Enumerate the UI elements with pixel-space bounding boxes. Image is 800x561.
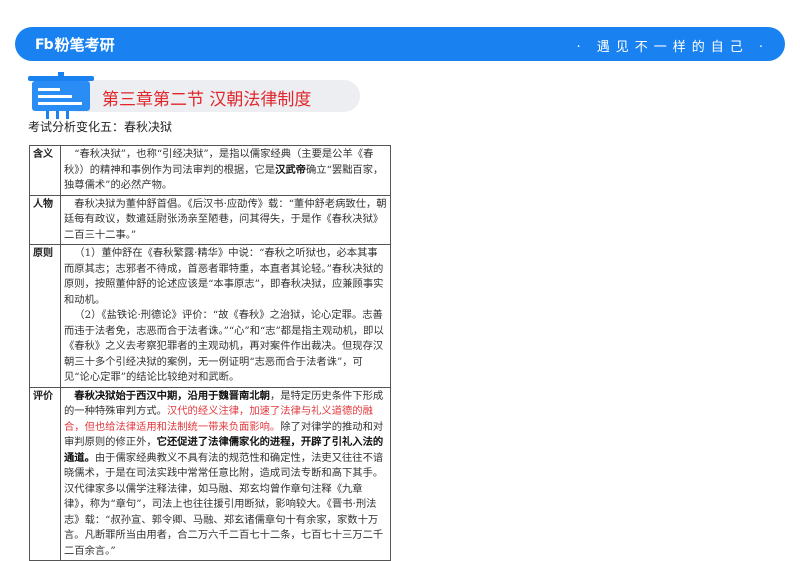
paragraph: 春秋决狱始于西汉中期，沿用于魏晋南北朝，是特定历史条件下形成的一种特殊审判方式。… <box>64 389 387 560</box>
presentation-board-icon <box>28 72 94 119</box>
table-row: 评价 春秋决狱始于西汉中期，沿用于魏晋南北朝，是特定历史条件下形成的一种特殊审判方… <box>29 386 391 561</box>
row-label: 原则 <box>29 244 61 388</box>
bold-text: 春秋决狱始于西汉中期，沿用于魏晋南北朝 <box>74 389 270 402</box>
slogan: · 遇见不一样的自己 · <box>576 40 769 55</box>
brand-logo: Fb 粉笔考研 <box>35 34 115 55</box>
text-segment: （2）《盐铁论·刑德论》评价：“故《春秋》之治狱，论心定罪。志善而违于法者免，志… <box>64 309 384 383</box>
table-row: 人物 春秋决狱为董仲舒首倡。《后汉书·应劭传》载：“董仲舒老病致仕，朝廷每有政议，… <box>29 194 391 245</box>
row-content: 春秋决狱始于西汉中期，沿用于魏晋南北朝，是特定历史条件下形成的一种特殊审判方式。… <box>60 386 391 561</box>
paragraph: 春秋决狱为董仲舒首倡。《后汉书·应劭传》载：“董仲舒老病致仕，朝廷每有政议，数遣… <box>64 197 387 244</box>
logo-mark-icon: Fb <box>35 36 54 53</box>
row-label: 评价 <box>29 386 61 561</box>
text-segment: 春秋决狱为董仲舒首倡。《后汉书·应劭传》载：“董仲舒老病致仕，朝廷每有政议，数遣… <box>64 197 387 241</box>
text-segment: （1）董仲舒在《春秋繁露·精华》中说：“春秋之听狱也，必本其事而原其志；志邪者不… <box>64 247 384 306</box>
table-row: 含义 “春秋决狱”，也称“引经决狱”，是指以儒家经典（主要是公羊《春秋》）的精神和… <box>29 145 391 196</box>
logo-text: 粉笔考研 <box>54 36 115 54</box>
row-content: 春秋决狱为董仲舒首倡。《后汉书·应劭传》载：“董仲舒老病致仕，朝廷每有政议，数遣… <box>60 194 391 245</box>
text-segment: 由于儒家经典教义不具有法的规范性和确定性，法吏又往往不谙晓儒术，于是在司法实践中… <box>64 451 384 557</box>
paragraph: （1）董仲舒在《春秋繁露·精华》中说：“春秋之听狱也，必本其事而原其志；志邪者不… <box>64 246 387 308</box>
row-label: 人物 <box>29 194 61 245</box>
section-subtitle: 考试分析变化五：春秋决狱 <box>28 120 173 134</box>
header-bar: Fb 粉笔考研 · 遇见不一样的自己 · <box>15 27 785 61</box>
row-content: （1）董仲舒在《春秋繁露·精华》中说：“春秋之听狱也，必本其事而原其志；志邪者不… <box>60 244 391 388</box>
chapter-title: 第三章第二节 汉朝法律制度 <box>102 90 312 110</box>
content-table: 含义 “春秋决狱”，也称“引经决狱”，是指以儒家经典（主要是公羊《春秋》）的精神和… <box>29 145 391 561</box>
table-row: 原则 （1）董仲舒在《春秋繁露·精华》中说：“春秋之听狱也，必本其事而原其志；志邪… <box>29 244 391 388</box>
bold-text: 汉武帝 <box>275 163 306 176</box>
row-label: 含义 <box>29 145 61 196</box>
row-content: “春秋决狱”，也称“引经决狱”，是指以儒家经典（主要是公羊《春秋》）的精神和事例… <box>60 145 391 196</box>
paragraph: （2）《盐铁论·刑德论》评价：“故《春秋》之治狱，论心定罪。志善而违于法者免，志… <box>64 308 387 386</box>
paragraph: “春秋决狱”，也称“引经决狱”，是指以儒家经典（主要是公羊《春秋》）的精神和事例… <box>64 147 387 194</box>
